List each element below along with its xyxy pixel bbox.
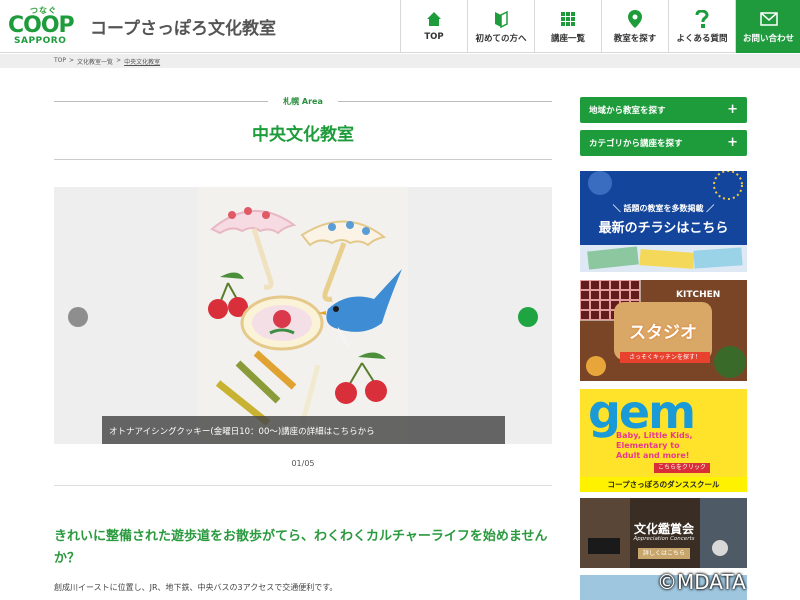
flyer-tag: ＼ 話題の教室を多数掲載 ／ xyxy=(612,204,715,213)
art-appreciation-banner[interactable]: 文化鑑賞会 Appreciation Concerts 詳しくはこちら xyxy=(580,498,747,568)
slide-counter: 01/05 xyxy=(291,459,315,468)
slide-caption[interactable]: オトナアイシングクッキー(金曜日10：00〜)講座の詳細はこちらから xyxy=(102,416,505,444)
search-by-category-button[interactable]: カテゴリから講座を探す + xyxy=(580,130,747,156)
button-label: カテゴリから講座を探す xyxy=(589,139,683,149)
global-nav: TOP 初めての方へ 講座一覧 教室を探す よくある質問 お問い合わせ xyxy=(400,0,800,53)
body-text: 創成川イーストに位置し、JR、地下鉄、中央バスの3アクセスで交通便利です。 xyxy=(54,583,338,592)
breadcrumb-item[interactable]: 文化教室一覧 xyxy=(77,57,113,66)
slide-image-icing-cookies[interactable] xyxy=(198,187,408,444)
mail-icon xyxy=(759,10,778,28)
logo-sub: SAPPORO xyxy=(14,36,67,46)
question-icon xyxy=(695,10,709,28)
nav-contact[interactable]: お問い合わせ xyxy=(735,0,800,53)
divider xyxy=(54,101,268,102)
breadcrumb-current: 中央文化教室 xyxy=(124,59,161,66)
plus-icon: + xyxy=(727,135,738,150)
art-title: 文化鑑賞会 xyxy=(633,522,694,536)
breadcrumb: TOP > 文化教室一覧 > 中央文化教室 xyxy=(54,57,160,66)
latest-flyer-banner[interactable]: ＼ 話題の教室を多数掲載 ／ 最新のチラシはこちら xyxy=(580,171,747,272)
divider xyxy=(338,101,552,102)
nav-label: お問い合わせ xyxy=(742,34,794,44)
art-sub: Appreciation Concerts xyxy=(633,536,695,542)
nav-beginners[interactable]: 初めての方へ xyxy=(467,0,534,53)
beginner-mark-icon xyxy=(494,10,508,28)
gem-dance-school-banner[interactable]: gem Baby, Little Kids, Elementary to Adu… xyxy=(580,389,747,492)
area-label: 札幌 Area xyxy=(283,97,323,106)
breadcrumb-separator: > xyxy=(69,57,75,64)
nav-label: 教室を探す xyxy=(613,34,657,44)
image-slider[interactable]: オトナアイシングクッキー(金曜日10：00〜)講座の詳細はこちらから xyxy=(54,187,552,444)
home-icon xyxy=(426,10,442,28)
nav-label: TOP xyxy=(424,32,444,42)
slider-prev-button[interactable] xyxy=(68,307,88,327)
nav-label: よくある質問 xyxy=(676,34,728,44)
flyer-headline: 最新のチラシはこちら xyxy=(598,221,729,236)
coop-sapporo-logo[interactable]: つなぐ COOP SAPPORO xyxy=(8,5,82,47)
breadcrumb-separator: > xyxy=(116,57,122,64)
map-pin-icon xyxy=(628,10,642,28)
button-label: 地域から教室を探す xyxy=(589,106,666,116)
watermark: ©MDATA xyxy=(657,570,746,594)
gem-click-button[interactable]: こちらをクリック xyxy=(654,463,710,473)
page-title: 中央文化教室 xyxy=(252,125,354,145)
site-title[interactable]: コープさっぽろ文化教室 xyxy=(90,14,276,39)
kitchen-sub: さっそくキッチンを探す！ xyxy=(620,352,710,363)
kitchen-title: スタジオ xyxy=(629,323,697,343)
kitchen-studio-banner[interactable]: KITCHEN スタジオ さっそくキッチンを探す！ xyxy=(580,280,747,381)
nav-top[interactable]: TOP xyxy=(400,0,467,53)
lead-heading: きれいに整備された遊歩道をお散歩がてら、わくわくカルチャーライフを始めませんか？ xyxy=(54,529,548,566)
nav-find-classroom[interactable]: 教室を探す xyxy=(601,0,668,53)
divider xyxy=(54,159,552,160)
nav-faq[interactable]: よくある質問 xyxy=(668,0,735,53)
kitchen-sign: KITCHEN xyxy=(676,290,721,300)
nav-label: 講座一覧 xyxy=(550,34,585,44)
plus-icon: + xyxy=(727,102,738,117)
nav-courses[interactable]: 講座一覧 xyxy=(534,0,601,53)
nav-label: 初めての方へ xyxy=(475,34,527,44)
breadcrumb-item[interactable]: TOP xyxy=(54,57,66,66)
logo-brand: COOP xyxy=(8,13,75,38)
slider-next-button[interactable] xyxy=(518,307,538,327)
gem-footer: コープさっぽろのダンススクール xyxy=(580,477,747,492)
art-details-button[interactable]: 詳しくはこちら xyxy=(638,548,690,559)
divider xyxy=(54,485,552,486)
grid-icon xyxy=(560,10,576,28)
gem-tagline: Baby, Little Kids, Elementary to Adult a… xyxy=(616,431,693,460)
site-header: つなぐ COOP SAPPORO コープさっぽろ文化教室 TOP 初めての方へ xyxy=(0,0,800,53)
search-by-area-button[interactable]: 地域から教室を探す + xyxy=(580,97,747,123)
